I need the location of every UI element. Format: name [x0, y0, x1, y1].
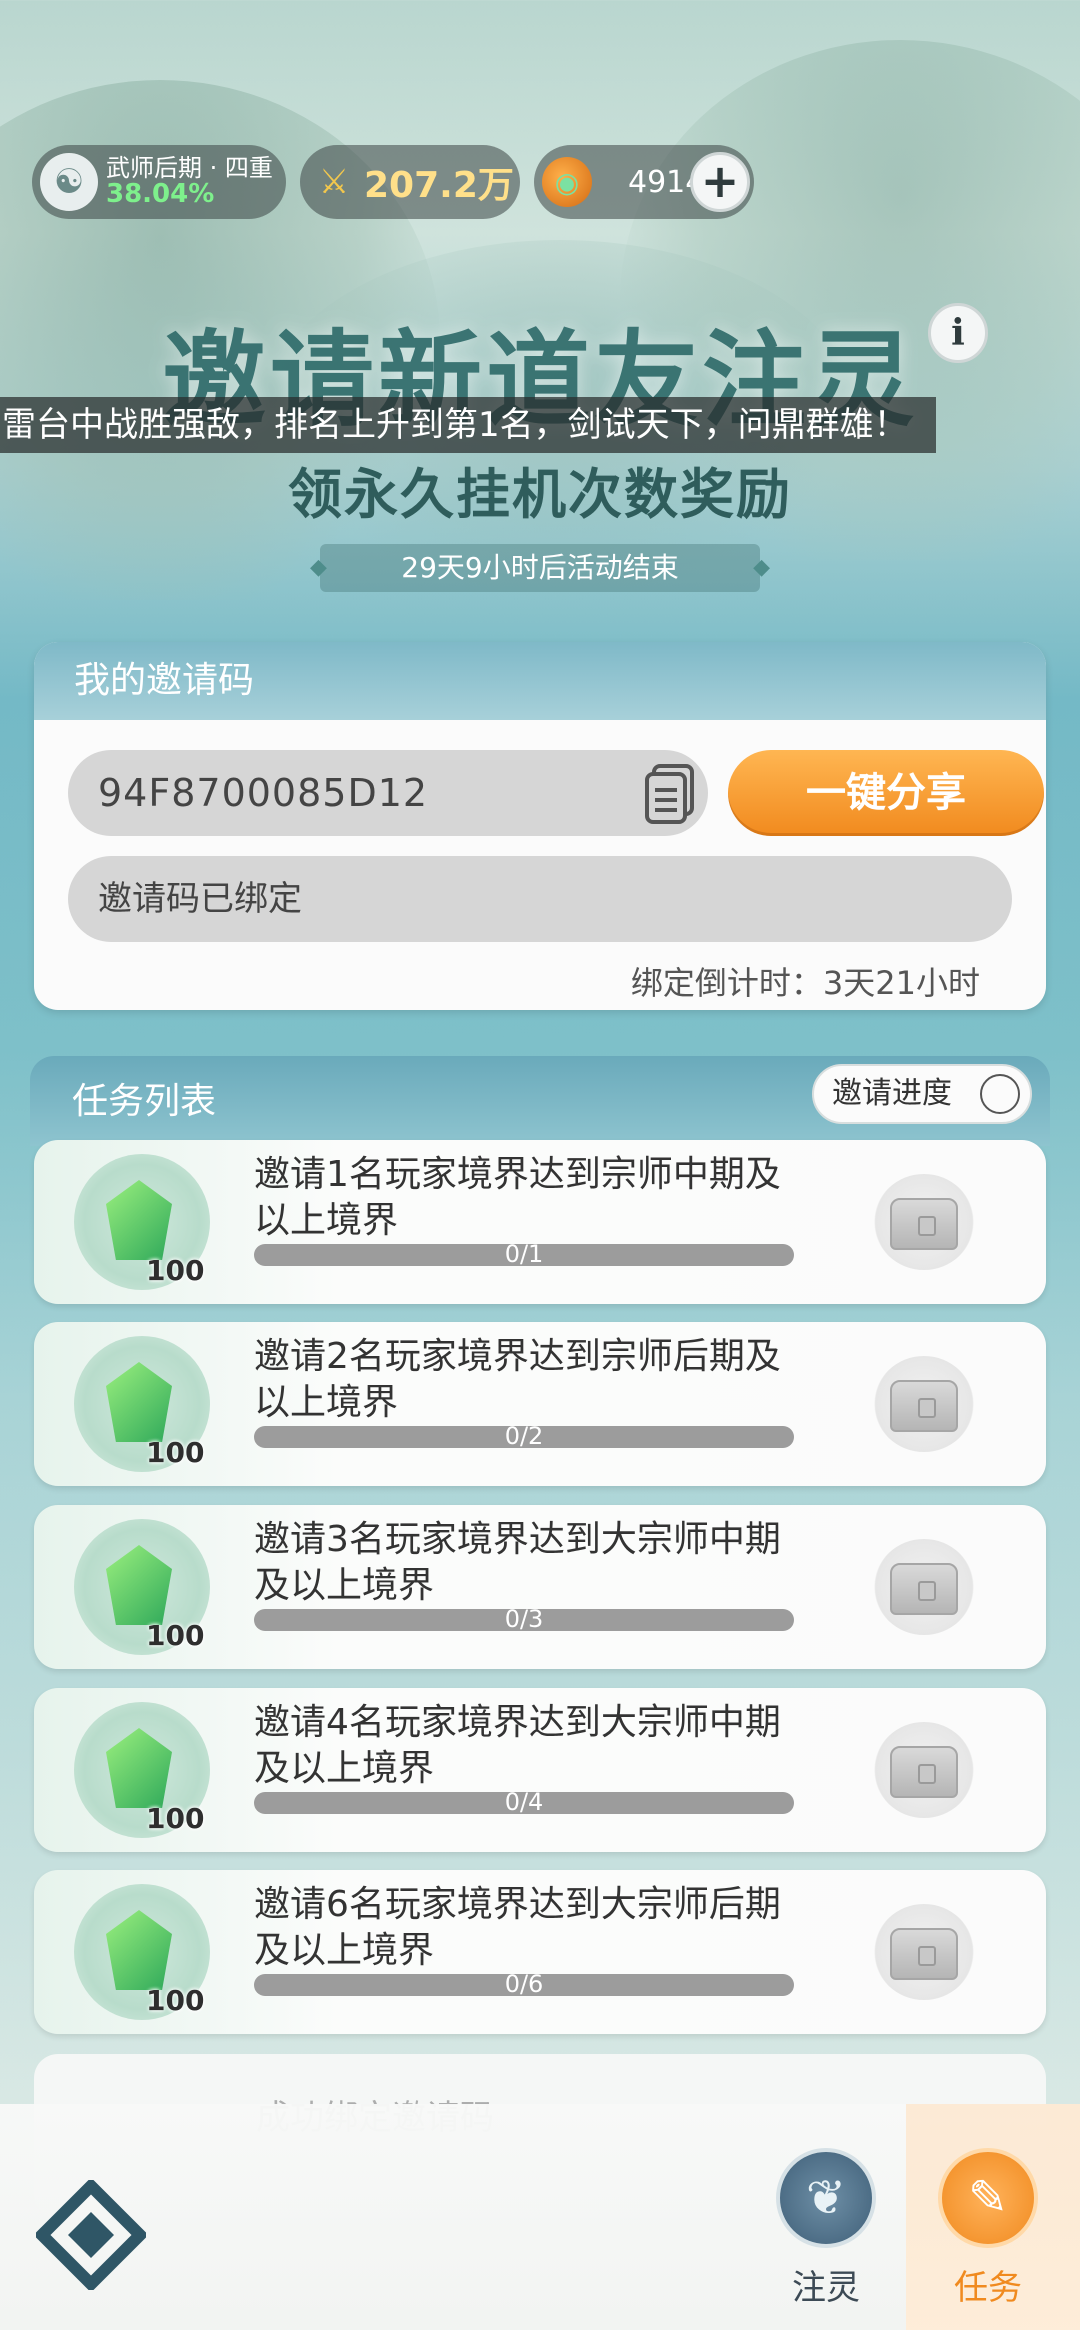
- task-progress-bar: 0/1: [254, 1240, 794, 1268]
- user-icon: [980, 1074, 1020, 1114]
- copy-icon[interactable]: [644, 764, 698, 824]
- task-item: 100 邀请2名玩家境界达到宗师后期及以上境界 0/2: [34, 1322, 1046, 1486]
- task-desc: 邀请1名玩家境界达到宗师中期及以上境界: [254, 1154, 781, 1241]
- event-subtitle: 领永久挂机次数奖励: [288, 463, 792, 526]
- rank-pill[interactable]: ☯ 武师后期 · 四重 38.04%: [32, 145, 286, 219]
- jade-gem-icon: [106, 1180, 172, 1260]
- rank-title: 武师后期 · 四重: [106, 153, 273, 182]
- spirit-coin-icon: ◉: [542, 157, 592, 207]
- jade-gem-icon: [106, 1545, 172, 1625]
- task-progress-bar: 0/4: [254, 1788, 794, 1816]
- task-desc: 邀请3名玩家境界达到大宗师中期及以上境界: [254, 1519, 781, 1606]
- task-progress-text: 0/3: [504, 1605, 544, 1633]
- crossed-swords-icon: ⚔: [318, 162, 350, 202]
- task-item: 100 邀请4名玩家境界达到大宗师中期及以上境界 0/4: [34, 1688, 1046, 1852]
- treasure-chest-icon[interactable]: [874, 1539, 974, 1635]
- power-pill[interactable]: ⚔ 207.2万: [300, 145, 520, 219]
- invite-progress-label: 邀请进度: [832, 1076, 952, 1111]
- info-button[interactable]: i: [928, 303, 988, 363]
- reward-count: 100: [146, 1436, 205, 1469]
- reward-count: 100: [146, 1802, 205, 1835]
- reward-slot[interactable]: 100: [74, 1884, 210, 2020]
- jade-gem-icon: [106, 1362, 172, 1442]
- treasure-chest-icon[interactable]: [874, 1174, 974, 1270]
- reward-slot[interactable]: 100: [74, 1519, 210, 1655]
- task-progress-text: 0/1: [504, 1240, 544, 1268]
- task-progress-bar: 0/3: [254, 1605, 794, 1633]
- add-currency-button[interactable]: +: [690, 152, 750, 212]
- task-desc: 邀请4名玩家境界达到大宗师中期及以上境界: [254, 1702, 781, 1789]
- invite-progress-button[interactable]: 邀请进度: [812, 1064, 1032, 1124]
- task-progress-bar: 0/2: [254, 1422, 794, 1450]
- reward-slot[interactable]: 100: [74, 1336, 210, 1472]
- reward-slot[interactable]: 100: [74, 1702, 210, 1838]
- bind-countdown: 绑定倒计时：3天21小时: [630, 964, 980, 1002]
- tab-task[interactable]: ✎ 任务: [928, 2148, 1048, 2320]
- task-progress-text: 0/4: [504, 1788, 544, 1816]
- power-value: 207.2万: [364, 165, 514, 206]
- share-button[interactable]: 一键分享: [728, 750, 1044, 836]
- task-desc: 邀请6名玩家境界达到大宗师后期及以上境界: [254, 1884, 781, 1971]
- task-item: 100 邀请3名玩家境界达到大宗师中期及以上境界 0/3: [34, 1505, 1046, 1669]
- tab-zhuling[interactable]: ❦ 注灵: [766, 2148, 886, 2320]
- scroll-icon: ✎: [938, 2148, 1038, 2248]
- reward-count: 100: [146, 1984, 205, 2017]
- task-item: 100 邀请6名玩家境界达到大宗师后期及以上境界 0/6: [34, 1870, 1046, 2034]
- treasure-chest-icon[interactable]: [874, 1722, 974, 1818]
- reward-count: 100: [146, 1254, 205, 1287]
- rank-percent: 38.04%: [106, 178, 215, 209]
- task-list-title: 任务列表: [72, 1081, 217, 1122]
- invite-code-text: 94F8700085D12: [98, 771, 429, 815]
- currency-pill: ◉ 4914 +: [534, 145, 754, 219]
- jade-gem-icon: [106, 1728, 172, 1808]
- invite-code-field: 94F8700085D12: [68, 750, 708, 836]
- task-progress-text: 0/2: [504, 1422, 544, 1450]
- invite-code-card: 我的邀请码 94F8700085D12 一键分享 邀请码已绑定 绑定倒计时：3天…: [34, 642, 1046, 1010]
- treasure-chest-icon[interactable]: [874, 1904, 974, 2000]
- task-item: 100 邀请1名玩家境界达到宗师中期及以上境界 0/1: [34, 1140, 1046, 1304]
- menu-logo-icon[interactable]: [36, 2180, 146, 2290]
- tab-task-label: 任务: [954, 2268, 1022, 2308]
- task-progress-bar: 0/6: [254, 1970, 794, 1998]
- task-progress-text: 0/6: [504, 1970, 544, 1998]
- task-desc: 邀请2名玩家境界达到宗师后期及以上境界: [254, 1336, 781, 1423]
- event-countdown: 29天9小时后活动结束: [310, 544, 770, 592]
- status-bar: ☯ 武师后期 · 四重 38.04% ⚔ 207.2万 ◉ 4914 +: [32, 145, 754, 219]
- invite-card-header: 我的邀请码: [34, 642, 1046, 720]
- jade-gem-icon: [106, 1910, 172, 1990]
- bound-status-field: 邀请码已绑定: [68, 856, 1012, 942]
- tab-zhuling-label: 注灵: [792, 2268, 860, 2308]
- reward-count: 100: [146, 1619, 205, 1652]
- broadcast-marquee: 雷台中战胜强敌，排名上升到第1名，剑试天下，问鼎群雄！: [0, 397, 936, 453]
- cultivator-avatar-icon: ☯: [40, 153, 98, 211]
- leaf-icon: ❦: [776, 2148, 876, 2248]
- reward-slot[interactable]: 100: [74, 1154, 210, 1290]
- treasure-chest-icon[interactable]: [874, 1356, 974, 1452]
